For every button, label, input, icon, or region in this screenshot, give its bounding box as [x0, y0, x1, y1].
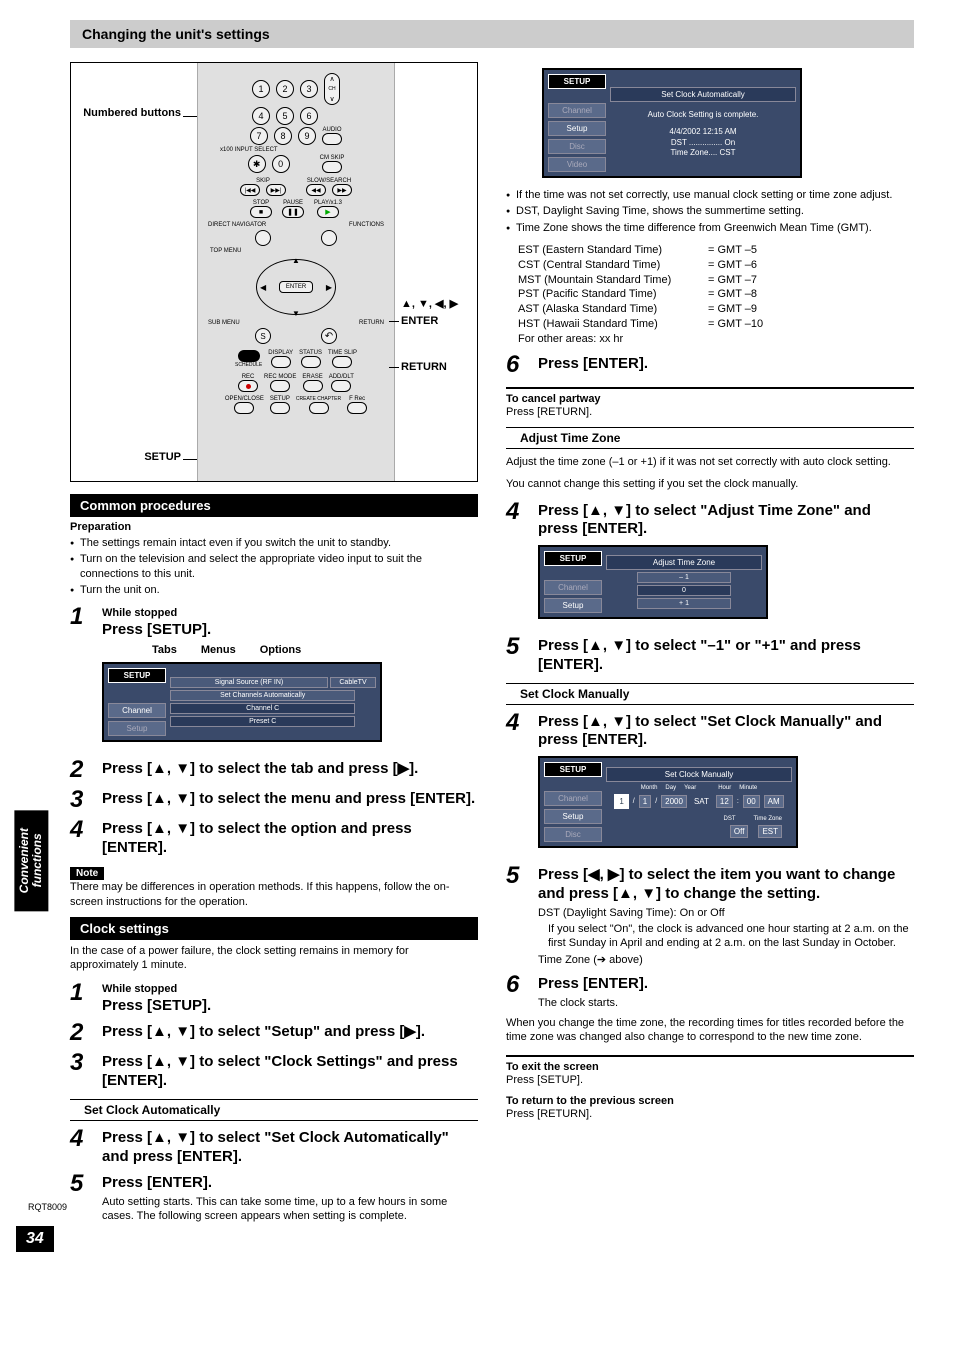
label-return: RETURN [401, 361, 447, 373]
note-text: There may be differences in operation me… [70, 880, 478, 909]
step-number: 1 [70, 981, 92, 1005]
osd-setup-menu: SETUP Channel Setup Signal Source (RF IN… [102, 662, 382, 742]
auto-notes: If the time was not set correctly, use m… [506, 188, 914, 235]
remote-erase [303, 380, 323, 392]
remote-return: ↶ [321, 328, 337, 344]
remote-cmskip-button [322, 161, 342, 173]
remote-audio-button [322, 133, 342, 145]
remote-pause: ❚❚ [282, 206, 304, 218]
exit-title: To exit the screen [506, 1061, 914, 1073]
step-number: 2 [70, 1021, 92, 1045]
remote-num-4: 4 [252, 107, 270, 125]
remote-ch-rocker: ∧CH∨ [324, 73, 340, 105]
remote-skip-fwd: ▶▶| [266, 184, 286, 196]
step-number: 3 [70, 1051, 92, 1075]
remote-num-1: 1 [252, 80, 270, 98]
step-number: 4 [70, 818, 92, 842]
remote-navigator [255, 230, 271, 246]
remote-num-8: 8 [274, 127, 292, 145]
step-number: 4 [506, 711, 528, 735]
remote-enter: ENTER [279, 281, 313, 293]
remote-diagram: Numbered buttons SETUP 1 2 3 ∧CH∨ 4 5 6 [70, 62, 478, 482]
preparation-bullets: The settings remain intact even if you s… [70, 536, 478, 597]
remote-num-2: 2 [276, 80, 294, 98]
remote-rec [238, 380, 258, 392]
tz-change-note: When you change the time zone, the recor… [506, 1016, 914, 1045]
remote-num-6: 6 [300, 107, 318, 125]
note-badge: Note [70, 867, 104, 880]
remote-num-3: 3 [300, 80, 318, 98]
remote-play: ▶ [317, 206, 339, 218]
step-minor: While stopped [102, 607, 478, 619]
doc-code: RQT8009 [28, 1202, 67, 1212]
step-number: 5 [506, 635, 528, 659]
remote-schedule [238, 350, 260, 362]
clock-intro: In the case of a power failure, the cloc… [70, 944, 478, 973]
step-number: 3 [70, 788, 92, 812]
step-number: 1 [70, 605, 92, 629]
step-number: 5 [70, 1172, 92, 1196]
osd-tab-channel: Channel [108, 703, 166, 718]
remote-slow-fwd: ▶▶ [332, 184, 352, 196]
osd-auto-complete: SETUP Channel Setup Disc Video Set Clock… [542, 68, 802, 178]
label-arrows: ▲, ▼, ◀, ▶ [401, 297, 458, 310]
label-enter: ENTER [401, 315, 438, 327]
osd-adjust-timezone: SETUP Channel Setup Adjust Time Zone – 1… [538, 545, 768, 619]
step-number: 4 [70, 1127, 92, 1151]
cancel-title: To cancel partway [506, 393, 914, 405]
subheading-adjust-timezone: Adjust Time Zone [506, 427, 914, 449]
remote-num-5: 5 [276, 107, 294, 125]
remote-stop: ■ [250, 206, 272, 218]
remote-chapter [309, 402, 329, 414]
step-number: 6 [506, 973, 528, 997]
remote-open [234, 402, 254, 414]
back-title: To return to the previous screen [506, 1095, 914, 1107]
remote-slow-back: ◀◀ [306, 184, 326, 196]
remote-num-7: 7 [250, 127, 268, 145]
side-tab: Convenientfunctions [14, 810, 48, 911]
remote-setup [270, 402, 290, 414]
remote-dpad: ▲ ▼ ◀ ▶ ENTER [256, 258, 336, 316]
osd-tab-setup: SETUP [108, 668, 166, 683]
osd-label-menus: Menus [201, 644, 236, 656]
page-title: Changing the unit's settings [70, 20, 914, 48]
remote-functions [321, 230, 337, 246]
step-major: Press [SETUP]. [102, 621, 478, 640]
osd-label-tabs: Tabs [152, 644, 177, 656]
timezone-table: EST (Eastern Standard Time)= GMT –5 CST … [518, 243, 914, 347]
osd-tab-setup2: Setup [108, 721, 166, 736]
remote-skip-back: |◀◀ [240, 184, 260, 196]
preparation-label: Preparation [70, 521, 478, 533]
remote-frec [347, 402, 367, 414]
subheading-set-clock-auto: Set Clock Automatically [70, 1099, 478, 1121]
remote-display [271, 356, 291, 368]
osd-set-clock-manually: SETUP Channel Setup Disc Set Clock Manua… [538, 756, 798, 848]
remote-timeslip [332, 356, 352, 368]
remote-submenu: S [255, 328, 271, 344]
osd-label-options: Options [260, 644, 302, 656]
step-number: 2 [70, 758, 92, 782]
subheading-set-clock-manual: Set Clock Manually [506, 683, 914, 705]
remote-num-0: 0 [272, 155, 290, 173]
step-number: 6 [506, 353, 528, 377]
page-number: 34 [16, 1226, 54, 1252]
remote-star: ✱ [248, 155, 266, 173]
label-numbered-buttons: Numbered buttons [71, 107, 181, 119]
step-number: 4 [506, 500, 528, 524]
step-number: 5 [506, 864, 528, 888]
remote-status [301, 356, 321, 368]
remote-adddlt [331, 380, 351, 392]
remote-num-9: 9 [298, 127, 316, 145]
remote-recmode [270, 380, 290, 392]
heading-common-procedures: Common procedures [70, 494, 478, 517]
cancel-body: Press [RETURN]. [506, 405, 914, 419]
label-setup: SETUP [71, 451, 181, 463]
heading-clock-settings: Clock settings [70, 917, 478, 940]
